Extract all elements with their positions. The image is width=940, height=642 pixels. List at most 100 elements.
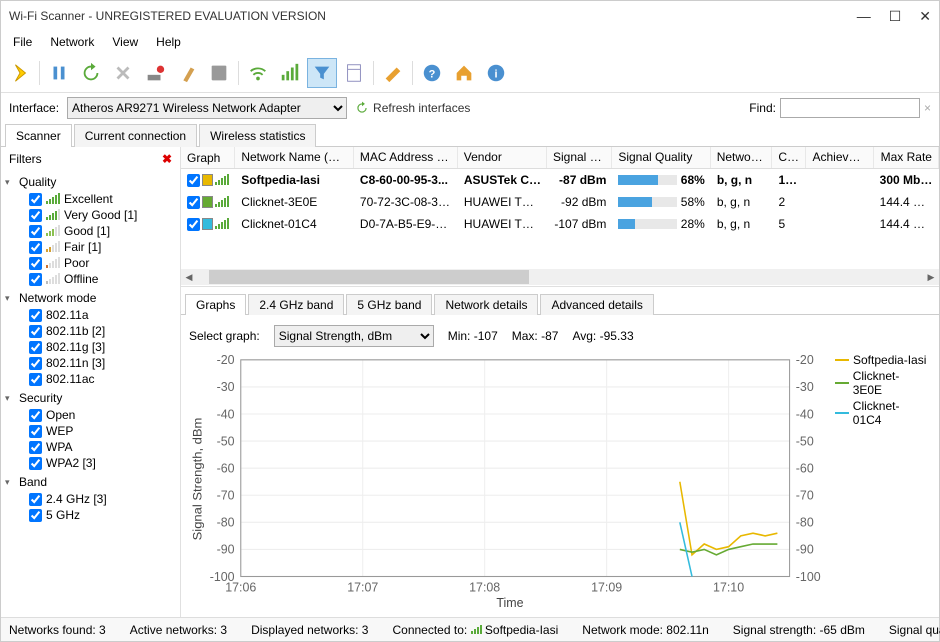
- filter-checkbox[interactable]: [29, 241, 42, 254]
- cell-ssid: Clicknet-01C4: [235, 215, 354, 233]
- select-graph-dropdown[interactable]: Signal Strength, dBm: [274, 325, 434, 347]
- filter-item[interactable]: 802.11a: [29, 307, 176, 323]
- filter-item[interactable]: 802.11g [3]: [29, 339, 176, 355]
- settings-icon[interactable]: [378, 58, 408, 88]
- filter-checkbox[interactable]: [29, 441, 42, 454]
- filter-checkbox[interactable]: [29, 209, 42, 222]
- row-checkbox[interactable]: [187, 174, 200, 187]
- maximize-button[interactable]: ☐: [889, 8, 902, 25]
- col-header-quality[interactable]: Signal Quality: [612, 147, 710, 168]
- filter-item[interactable]: Offline: [29, 271, 176, 287]
- clear-icon[interactable]: [172, 58, 202, 88]
- svg-text:-60: -60: [217, 460, 235, 475]
- filter-item[interactable]: Fair [1]: [29, 239, 176, 255]
- filter-item[interactable]: Excellent: [29, 191, 176, 207]
- filter-checkbox[interactable]: [29, 373, 42, 386]
- filter-checkbox[interactable]: [29, 409, 42, 422]
- filter-checkbox[interactable]: [29, 357, 42, 370]
- find-clear-icon[interactable]: ×: [924, 101, 931, 115]
- cell-signal: -92 dBm: [547, 193, 612, 211]
- filter-checkbox[interactable]: [29, 425, 42, 438]
- col-header-vendor[interactable]: Vendor: [458, 147, 547, 168]
- grid-hscrollbar[interactable]: ◀ ▶: [181, 268, 939, 286]
- minimize-button[interactable]: —: [857, 8, 871, 25]
- filter-item[interactable]: 2.4 GHz [3]: [29, 491, 176, 507]
- col-header-channel[interactable]: Cha...: [772, 147, 806, 168]
- info-icon[interactable]: i: [481, 58, 511, 88]
- remove-icon[interactable]: [140, 58, 170, 88]
- close-button[interactable]: ✕: [919, 8, 931, 25]
- find-input[interactable]: [780, 98, 920, 118]
- col-header-graph[interactable]: Graph: [181, 147, 235, 168]
- filter-group-quality[interactable]: ▾Quality: [5, 173, 176, 191]
- cell-quality: 58%: [681, 195, 705, 209]
- filter-item[interactable]: WPA: [29, 439, 176, 455]
- tab-current-connection[interactable]: Current connection: [74, 124, 197, 147]
- delete-icon[interactable]: [108, 58, 138, 88]
- filter-item[interactable]: Open: [29, 407, 176, 423]
- tab-network-details[interactable]: Network details: [434, 294, 538, 315]
- pause-icon[interactable]: [44, 58, 74, 88]
- tab-wireless-statistics[interactable]: Wireless statistics: [199, 124, 316, 147]
- filter-item[interactable]: Poor: [29, 255, 176, 271]
- filter-item[interactable]: Good [1]: [29, 223, 176, 239]
- row-checkbox[interactable]: [187, 218, 200, 231]
- home-icon[interactable]: [449, 58, 479, 88]
- filter-checkbox[interactable]: [29, 341, 42, 354]
- filter-group-network-mode[interactable]: ▾Network mode: [5, 289, 176, 307]
- interface-select[interactable]: Atheros AR9271 Wireless Network Adapter: [67, 97, 347, 119]
- filter-checkbox[interactable]: [29, 325, 42, 338]
- row-checkbox[interactable]: [187, 196, 200, 209]
- filter-item[interactable]: Very Good [1]: [29, 207, 176, 223]
- refresh-icon[interactable]: [76, 58, 106, 88]
- filter-item[interactable]: 5 GHz: [29, 507, 176, 523]
- filter-checkbox[interactable]: [29, 257, 42, 270]
- scroll-right-icon[interactable]: ▶: [923, 269, 939, 285]
- filter-item[interactable]: 802.11b [2]: [29, 323, 176, 339]
- col-header-signal[interactable]: Signal Str...: [547, 147, 612, 168]
- svg-text:-20: -20: [796, 352, 814, 367]
- filter-checkbox[interactable]: [29, 273, 42, 286]
- filter-item[interactable]: WPA2 [3]: [29, 455, 176, 471]
- menu-view[interactable]: View: [104, 33, 146, 51]
- save-icon[interactable]: [204, 58, 234, 88]
- col-header-mac[interactable]: MAC Address (BS...: [354, 147, 458, 168]
- menu-help[interactable]: Help: [148, 33, 189, 51]
- filter-item[interactable]: 802.11ac: [29, 371, 176, 387]
- tab-24ghz[interactable]: 2.4 GHz band: [248, 294, 344, 315]
- scan-icon[interactable]: [5, 58, 35, 88]
- signal-icon[interactable]: [275, 58, 305, 88]
- tab-advanced-details[interactable]: Advanced details: [540, 294, 653, 315]
- filter-item[interactable]: 802.11n [3]: [29, 355, 176, 371]
- table-row[interactable]: Clicknet-3E0E70-72-3C-08-3E-17HUAWEI TEC…: [181, 191, 939, 213]
- table-row[interactable]: Softpedia-IasiC8-60-00-95-3...ASUSTek CO…: [181, 169, 939, 191]
- filter-checkbox[interactable]: [29, 225, 42, 238]
- menu-network[interactable]: Network: [42, 33, 102, 51]
- col-header-mode[interactable]: Network ...: [711, 147, 773, 168]
- signal-chart: -100-100-90-90-80-80-70-70-60-60-50-50-4…: [189, 349, 831, 609]
- filter-item[interactable]: WEP: [29, 423, 176, 439]
- menu-file[interactable]: File: [5, 33, 40, 51]
- tab-5ghz[interactable]: 5 GHz band: [346, 294, 432, 315]
- notes-icon[interactable]: [339, 58, 369, 88]
- filter-icon[interactable]: [307, 58, 337, 88]
- filter-checkbox[interactable]: [29, 457, 42, 470]
- filter-checkbox[interactable]: [29, 509, 42, 522]
- table-row[interactable]: Clicknet-01C4D0-7A-B5-E9-01-CDHUAWEI TEC…: [181, 213, 939, 235]
- scroll-left-icon[interactable]: ◀: [181, 269, 197, 285]
- col-header-ssid[interactable]: Network Name (SSID): [235, 147, 354, 168]
- col-header-achievable[interactable]: Achievable ...: [806, 147, 873, 168]
- tab-scanner[interactable]: Scanner: [5, 124, 72, 147]
- filter-group-security[interactable]: ▾Security: [5, 389, 176, 407]
- filter-group-band[interactable]: ▾Band: [5, 473, 176, 491]
- refresh-interfaces-button[interactable]: Refresh interfaces: [355, 101, 470, 115]
- tab-graphs[interactable]: Graphs: [185, 294, 246, 315]
- filter-checkbox[interactable]: [29, 309, 42, 322]
- cell-vendor: HUAWEI TECH...: [458, 215, 547, 233]
- filter-checkbox[interactable]: [29, 193, 42, 206]
- filters-close-icon[interactable]: ✖: [162, 152, 172, 166]
- col-header-rate[interactable]: Max Rate: [874, 147, 939, 168]
- filter-checkbox[interactable]: [29, 493, 42, 506]
- wifi-icon[interactable]: [243, 58, 273, 88]
- help-icon[interactable]: ?: [417, 58, 447, 88]
